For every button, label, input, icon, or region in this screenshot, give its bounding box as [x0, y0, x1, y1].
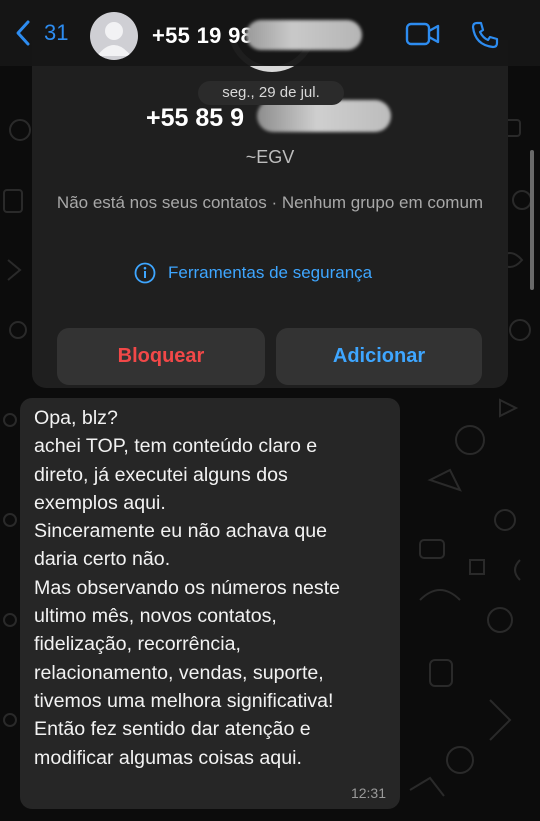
message-line: ultimo mês, novos contatos, — [34, 605, 277, 628]
message-line: daria certo não. — [34, 548, 171, 571]
chat-header: 31 +55 19 98 — [0, 0, 540, 66]
scroll-indicator[interactable] — [530, 150, 534, 290]
message-line: Opa, blz? — [34, 407, 118, 429]
message-line: exemplos aqui. — [34, 491, 166, 514]
message-line: direto, já executei alguns dos — [34, 463, 288, 486]
message-line: modificar algumas coisas aqui. — [34, 746, 302, 769]
video-call-icon[interactable] — [405, 21, 441, 47]
message-line: fidelização, recorrência, — [34, 633, 241, 656]
message-line: Então fez sentido dar atenção e — [34, 718, 311, 741]
back-button[interactable]: 31 — [14, 19, 68, 47]
date-separator: seg., 29 de jul. — [198, 81, 344, 105]
message-line: Mas observando os números neste — [34, 576, 341, 599]
contact-status-text: Não está nos seus contatos · Nenhum grup… — [56, 193, 484, 212]
contact-phone-number: +55 85 9 — [146, 104, 245, 132]
message-line: Sinceramente eu não achava que — [34, 520, 328, 543]
security-tools-label: Ferramentas de segurança — [168, 263, 373, 282]
message-line: achei TOP, tem conteúdo claro e — [34, 435, 318, 458]
block-button[interactable]: Bloquear — [57, 328, 265, 385]
chat-title[interactable]: +55 19 98 — [152, 23, 253, 49]
message-text: Opa, blz? achei TOP, tem conteúdo claro … — [34, 404, 386, 772]
message-line: relacionamento, vendas, suporte, — [34, 661, 324, 684]
avatar-icon[interactable] — [90, 12, 138, 60]
add-contact-button[interactable]: Adicionar — [276, 328, 482, 385]
contact-name: ~EGV — [245, 147, 295, 167]
security-tools-link[interactable]: Ferramentas de segurança — [134, 262, 372, 284]
info-icon — [134, 262, 156, 284]
phone-call-icon[interactable] — [470, 20, 500, 50]
message-timestamp: 12:31 — [350, 785, 386, 801]
incoming-message-bubble[interactable]: Opa, blz? achei TOP, tem conteúdo claro … — [20, 398, 400, 809]
chevron-left-icon — [16, 20, 30, 46]
redacted-phone-blur — [246, 20, 362, 50]
message-line: tivemos uma melhora significativa! — [34, 689, 334, 712]
unread-count: 31 — [44, 20, 69, 45]
